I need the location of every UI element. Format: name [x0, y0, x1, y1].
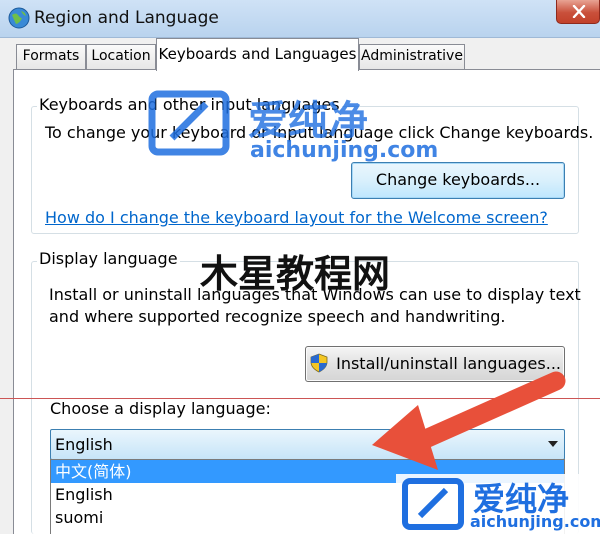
- watermark-tutorial-name: 木星教程网: [200, 252, 391, 296]
- choose-display-language-label: Choose a display language:: [50, 399, 271, 418]
- watermark-logo-icon: [148, 90, 230, 156]
- watermark-logo-icon-2: [402, 478, 464, 530]
- title-bar: Region and Language: [0, 0, 600, 38]
- tab-keyboards-and-languages[interactable]: Keyboards and Languages: [156, 38, 359, 71]
- tab-location[interactable]: Location: [86, 44, 156, 70]
- display-language-group-title: Display language: [37, 249, 180, 269]
- tab-administrative[interactable]: Administrative: [359, 44, 465, 70]
- close-icon: [572, 5, 586, 18]
- tab-label: Location: [91, 48, 151, 64]
- watermark-site-url-2: aichunjing.com: [470, 512, 600, 531]
- change-keyboards-label: Change keyboards...: [375, 170, 541, 189]
- change-keyboards-button[interactable]: Change keyboards...: [351, 162, 565, 199]
- welcome-screen-keyboard-link[interactable]: How do I change the keyboard layout for …: [45, 207, 548, 229]
- uac-shield-icon: [310, 353, 328, 373]
- window-title: Region and Language: [34, 8, 219, 28]
- close-button[interactable]: [556, 0, 600, 24]
- globe-icon: [7, 6, 31, 30]
- chevron-down-icon: [548, 441, 558, 447]
- watermark-site-url: aichunjing.com: [250, 138, 439, 163]
- display-language-selected-value: English: [55, 435, 113, 454]
- tab-label: Formats: [22, 48, 80, 64]
- tab-label: Administrative: [361, 48, 463, 64]
- install-uninstall-languages-button[interactable]: Install/uninstall languages...: [305, 346, 565, 382]
- tab-formats[interactable]: Formats: [16, 44, 86, 70]
- tab-strip: Formats Location Keyboards and Languages…: [0, 38, 600, 71]
- tab-label: Keyboards and Languages: [158, 45, 357, 63]
- display-language-description-2: and where supported recognize speech and…: [49, 307, 506, 326]
- display-language-select[interactable]: English: [50, 429, 565, 460]
- install-uninstall-languages-label: Install/uninstall languages...: [336, 354, 561, 373]
